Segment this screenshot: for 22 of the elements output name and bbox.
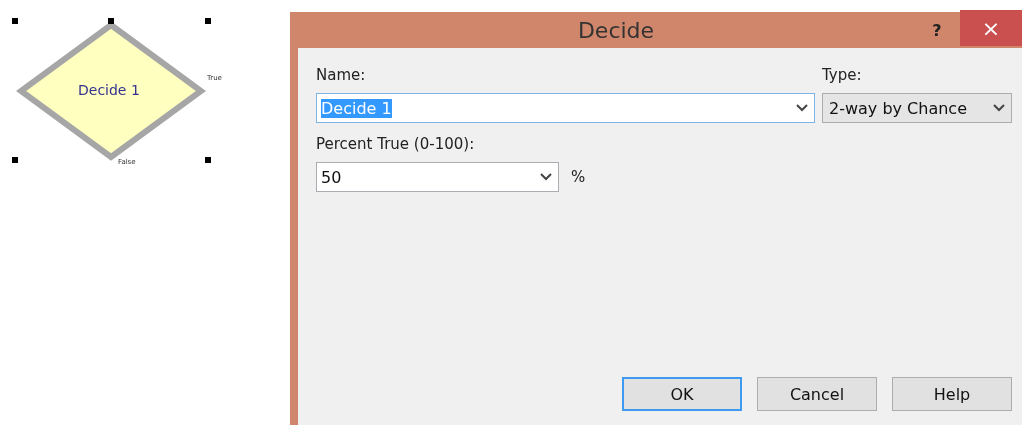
percent-field[interactable]: 50 xyxy=(316,162,559,192)
chevron-down-icon[interactable] xyxy=(993,104,1005,112)
selection-handle[interactable] xyxy=(205,157,211,163)
dialog-button[interactable]: Cancel xyxy=(757,377,877,411)
type-label: Type: xyxy=(822,66,863,84)
selection-handle[interactable] xyxy=(12,18,18,24)
percent-unit: % xyxy=(571,168,586,186)
decide-diamond[interactable] xyxy=(16,22,206,162)
name-label: Name: xyxy=(316,66,366,84)
percent-label: Percent True (0-100): xyxy=(316,135,475,153)
type-dropdown[interactable]: 2-way by Chance xyxy=(822,93,1012,123)
dialog-button[interactable]: OK xyxy=(622,377,742,411)
window-title: Decide xyxy=(576,17,656,43)
chevron-down-icon[interactable] xyxy=(796,104,808,112)
module-label: Decide 1 xyxy=(78,82,140,98)
close-button[interactable]: × xyxy=(960,10,1022,46)
chevron-down-icon[interactable] xyxy=(540,173,552,181)
selection-handle[interactable] xyxy=(12,157,18,163)
selection-handle[interactable] xyxy=(205,18,211,24)
dialog-button[interactable]: Help xyxy=(892,377,1012,411)
help-button[interactable]: ? xyxy=(914,20,960,40)
selection-handle[interactable] xyxy=(108,18,114,24)
